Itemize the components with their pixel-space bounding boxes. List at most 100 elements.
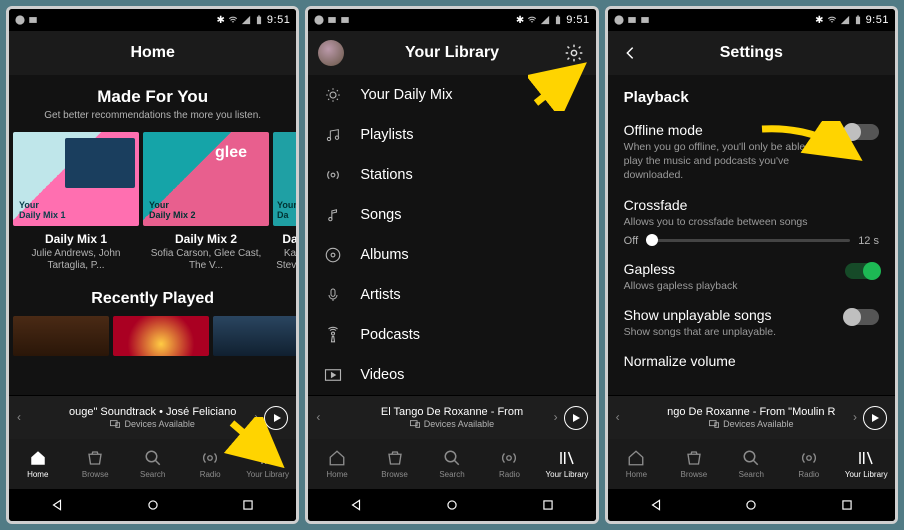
nav-home-icon[interactable] [445,498,459,512]
content[interactable]: Playback Offline modeWhen you go offline… [608,75,895,395]
recent-item[interactable] [13,316,109,356]
nav-recent-icon[interactable] [541,498,555,512]
picture-icon [627,15,637,25]
page-title: Your Library [405,44,499,62]
nav-recent-icon[interactable] [840,498,854,512]
setting-crossfade[interactable]: CrossfadeAllows you to crossfade between… [624,197,879,247]
picture-icon [327,15,337,25]
tab-home[interactable]: Home [608,439,665,489]
outlook-icon [28,15,38,25]
tab-browse[interactable]: Browse [366,439,423,489]
now-playing-bar[interactable]: ‹ › El Tango De Roxanne - From Devices A… [308,395,595,439]
library-row-music[interactable]: Playlists [308,115,595,155]
play-button[interactable] [264,406,288,430]
library-item-label: Songs [360,207,401,223]
library-row-mic[interactable]: Artists [308,275,595,315]
bluetooth-icon: ✱ [217,15,225,26]
setting-gapless[interactable]: GaplessAllows gapless playback [624,261,879,293]
tab-search[interactable]: Search [723,439,780,489]
tab-library[interactable]: Your Library [838,439,895,489]
toggle-switch[interactable] [845,309,879,325]
tab-home[interactable]: Home [308,439,365,489]
chevron-right-icon[interactable]: › [853,410,857,424]
wifi-icon [228,15,238,25]
library-row-sun[interactable]: Your Daily Mix [308,75,595,115]
setting-normalize-volume[interactable]: Normalize volume [624,353,879,369]
tab-library[interactable]: Your Library [239,439,296,489]
wifi-icon [527,15,537,25]
made-for-you-heading: Made For You [9,87,296,107]
status-bar: ✱ 9:51 [308,9,595,31]
chevron-right-icon[interactable]: › [254,410,258,424]
daily-mix-card[interactable]: Da Ka Stev... [273,132,296,272]
daily-mix-card[interactable]: Daily Mix 2 Sofia Carson, Glee Cast, The… [143,132,269,272]
play-button[interactable] [564,406,588,430]
album-art [143,132,269,226]
library-row-broadcast[interactable]: Stations [308,155,595,195]
toggle-switch[interactable] [845,263,879,279]
bluetooth-icon: ✱ [815,15,823,26]
nav-back-icon[interactable] [649,498,663,512]
library-item-label: Artists [360,287,400,303]
library-row-podcast[interactable]: Podcasts [308,315,595,355]
daily-mix-card[interactable]: AvenueQThe Musical Daily Mix 1 Julie And… [13,132,139,272]
content[interactable]: Made For You Get better recommendations … [9,75,296,395]
library-row-disc[interactable]: Albums [308,235,595,275]
search-icon [742,449,760,467]
clock: 9:51 [566,14,589,26]
chevron-left-icon[interactable]: ‹ [316,410,320,424]
tab-search[interactable]: Search [124,439,181,489]
avatar[interactable] [318,40,344,66]
spotify-icon [314,15,324,25]
setting-offline-mode[interactable]: Offline modeWhen you go offline, you'll … [624,122,879,183]
library-row-video[interactable]: Videos [308,355,595,395]
bottom-tabs: Home Browse Search Radio Your Library [9,439,296,489]
recent-item[interactable] [113,316,209,356]
chevron-right-icon[interactable]: › [554,410,558,424]
header: Home [9,31,296,75]
devices-available[interactable]: Devices Available [410,419,494,429]
spotify-icon [614,15,624,25]
status-bar: ✱ 9:51 [9,9,296,31]
library-item-label: Albums [360,247,408,263]
now-playing-bar[interactable]: ‹ › ngo De Roxanne - From "Moulin R Devi… [608,395,895,439]
library-row-note[interactable]: Songs [308,195,595,235]
content[interactable]: Your Daily MixPlaylistsStations Songs Albu… [308,75,595,395]
nav-back-icon[interactable] [349,498,363,512]
screen-home: ✱ 9:51 Home Made For You Get better reco… [6,6,299,524]
nav-home-icon[interactable] [146,498,160,512]
toggle-switch[interactable] [845,124,879,140]
nav-recent-icon[interactable] [241,498,255,512]
nav-back-icon[interactable] [50,498,64,512]
gear-icon [564,43,584,63]
search-icon [144,449,162,467]
devices-available[interactable]: Devices Available [709,419,793,429]
tab-home[interactable]: Home [9,439,66,489]
tab-radio[interactable]: Radio [780,439,837,489]
setting-show-unplayable-songs[interactable]: Show unplayable songsShow songs that are… [624,307,879,339]
settings-button[interactable] [560,39,588,67]
recently-played-row[interactable] [9,316,296,356]
tab-radio[interactable]: Radio [481,439,538,489]
header: Your Library [308,31,595,75]
screen-library: ✱ 9:51 Your Library Your Daily MixPlayli… [305,6,598,524]
android-nav [308,489,595,521]
made-for-you-row[interactable]: AvenueQThe Musical Daily Mix 1 Julie And… [9,132,296,272]
chevron-left-icon[interactable]: ‹ [17,410,21,424]
recent-item[interactable] [213,316,296,356]
tab-library[interactable]: Your Library [538,439,595,489]
tab-search[interactable]: Search [423,439,480,489]
back-button[interactable] [616,39,644,67]
play-button[interactable] [863,406,887,430]
radio-icon [500,449,518,467]
slider[interactable] [646,239,850,242]
nav-home-icon[interactable] [744,498,758,512]
now-playing-bar[interactable]: ‹ › ouge" Soundtrack • José Feliciano De… [9,395,296,439]
devices-available[interactable]: Devices Available [110,419,194,429]
tab-radio[interactable]: Radio [181,439,238,489]
tab-browse[interactable]: Browse [66,439,123,489]
chevron-left-icon[interactable]: ‹ [616,410,620,424]
header: Settings [608,31,895,75]
setting-desc: Show songs that are unplayable. [624,325,833,339]
tab-browse[interactable]: Browse [665,439,722,489]
